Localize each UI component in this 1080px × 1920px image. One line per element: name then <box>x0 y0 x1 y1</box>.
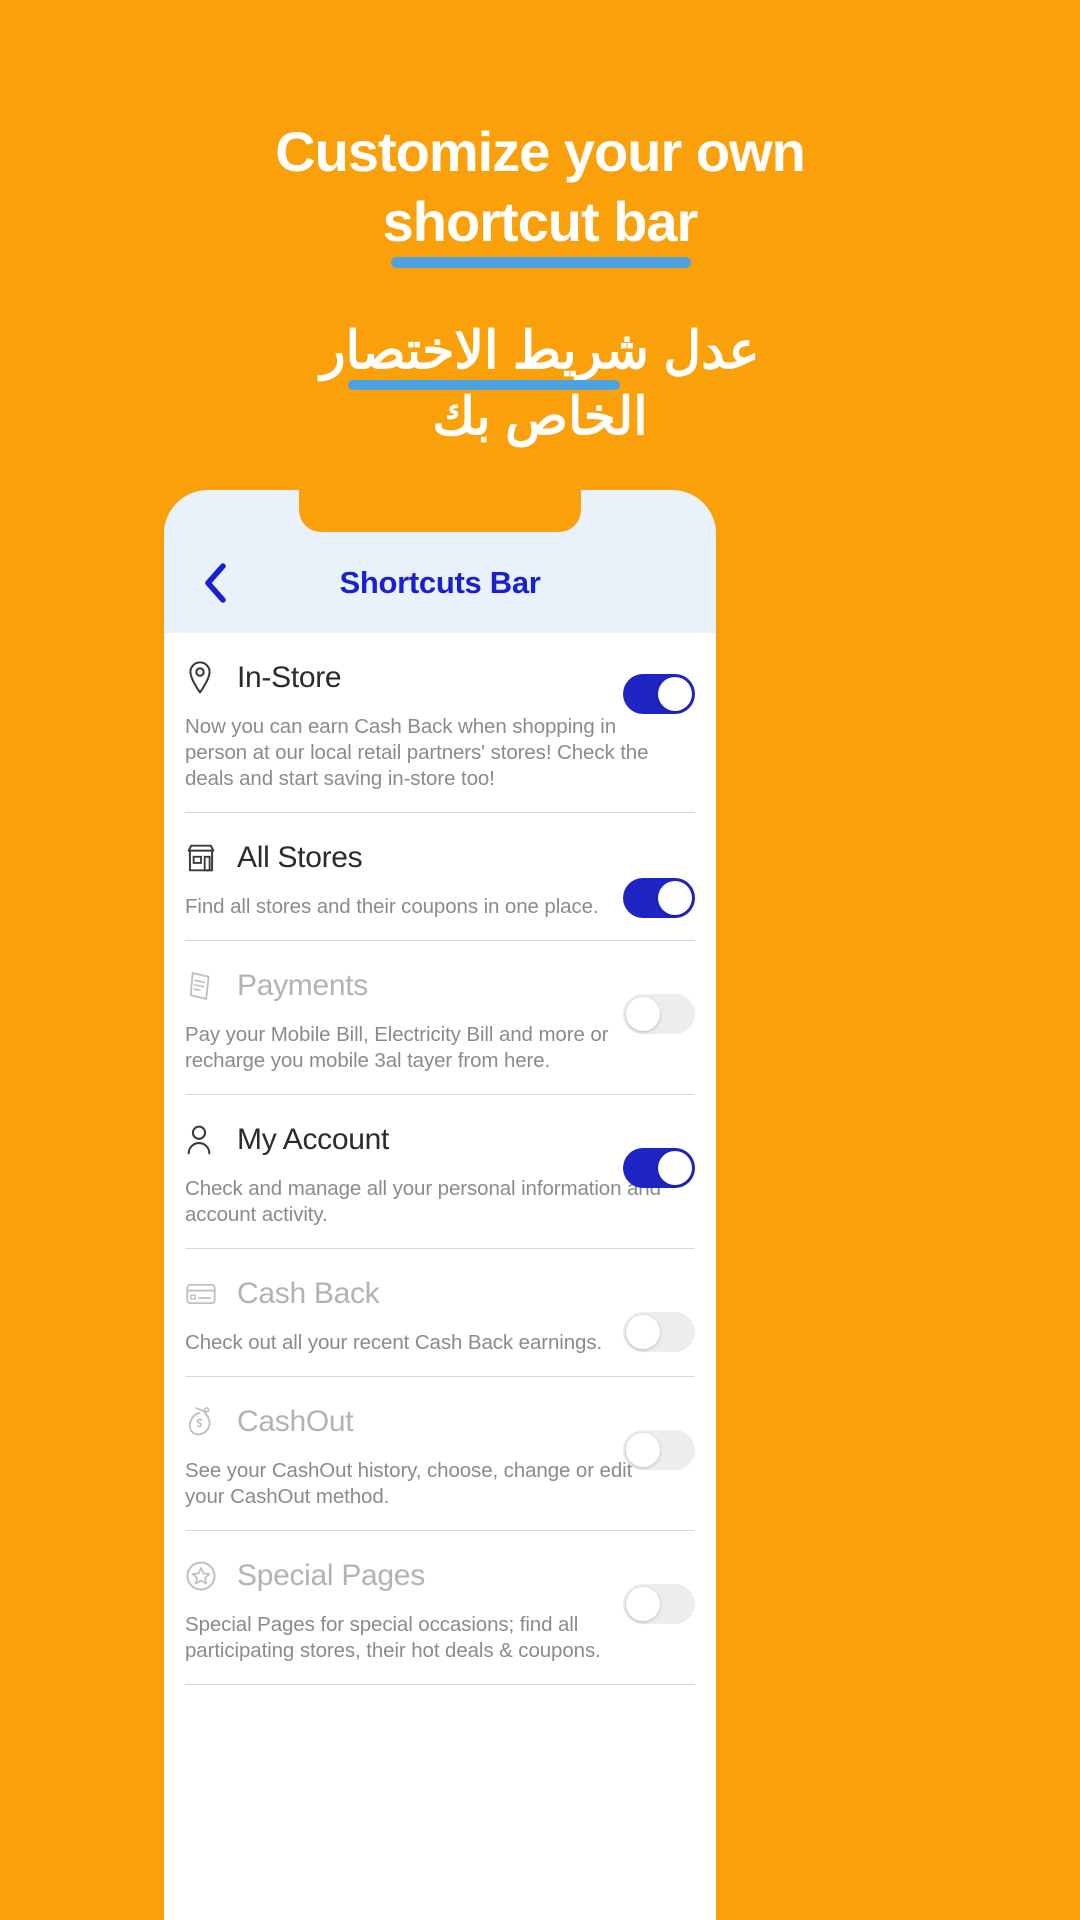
navigation-bar: Shortcuts Bar <box>164 532 716 633</box>
shortcuts-list: In-Store Now you can earn Cash Back when… <box>164 633 716 1685</box>
list-item[interactable]: In-Store Now you can earn Cash Back when… <box>185 633 695 813</box>
list-item[interactable]: Cash Back Check out all your recent Cash… <box>185 1249 695 1377</box>
receipt-icon <box>185 966 231 1006</box>
list-item-header: My Account <box>185 1117 695 1163</box>
list-item-title: CashOut <box>237 1405 354 1438</box>
toggle-switch[interactable] <box>623 994 695 1034</box>
toggle-knob <box>658 881 692 915</box>
phone-notch <box>277 490 603 532</box>
list-item-header: CashOut <box>185 1399 695 1445</box>
list-item[interactable]: My Account Check and manage all your per… <box>185 1095 695 1249</box>
list-item[interactable]: Special Pages Special Pages for special … <box>185 1531 695 1685</box>
list-item-title: In-Store <box>237 661 342 694</box>
location-pin-icon <box>185 658 231 698</box>
list-item-description: Now you can earn Cash Back when shopping… <box>185 715 649 790</box>
list-item-title: Payments <box>237 969 368 1002</box>
promo-headline-line2-text: shortcut bar <box>382 190 699 253</box>
list-item-description: Check and manage all your personal infor… <box>185 1177 661 1226</box>
toggle-knob <box>658 677 692 711</box>
chevron-left-icon <box>202 562 228 604</box>
star-circle-icon <box>185 1556 231 1596</box>
promo-arabic-line2: الخاص بك <box>432 388 648 446</box>
toggle-switch[interactable] <box>623 674 695 714</box>
list-item-title: My Account <box>237 1123 390 1156</box>
page-title: Shortcuts Bar <box>339 564 541 600</box>
toggle-knob <box>626 997 660 1031</box>
list-item-header: In-Store <box>185 655 695 701</box>
promo-arabic-block: عدل شريط الاختصار الخاص بك <box>0 318 1080 450</box>
toggle-knob <box>626 1315 660 1349</box>
toggle-switch[interactable] <box>623 1148 695 1188</box>
phone-mockup: Shortcuts Bar In-Store Now you can earn … <box>164 490 716 1920</box>
list-item[interactable]: CashOut See your CashOut history, choose… <box>185 1377 695 1531</box>
promo-arabic-line1-text: عدل شريط الاختصار <box>320 322 760 380</box>
list-item-description: Check out all your recent Cash Back earn… <box>185 1331 603 1354</box>
money-bag-icon <box>185 1402 231 1442</box>
promo-headline-line2: shortcut bar <box>382 188 699 268</box>
user-account-icon <box>185 1120 231 1160</box>
list-item[interactable]: All Stores Find all stores and their cou… <box>185 813 695 941</box>
list-item-header: Payments <box>185 963 695 1009</box>
list-item-header: All Stores <box>185 835 695 918</box>
list-item[interactable]: Payments Pay your Mobile Bill, Electrici… <box>185 941 695 1095</box>
toggle-switch[interactable] <box>623 1430 695 1470</box>
list-item-description: Special Pages for special occasions; fin… <box>185 1613 601 1662</box>
toggle-knob <box>626 1587 660 1621</box>
back-button[interactable] <box>178 546 252 620</box>
toggle-switch[interactable] <box>623 1312 695 1352</box>
row-divider <box>185 1684 695 1685</box>
promo-arabic-underline-accent <box>348 380 621 390</box>
list-item-header: Cash Back <box>185 1271 695 1352</box>
promo-arabic-line1: عدل شريط الاختصار <box>320 318 760 390</box>
storefront-icon <box>185 838 231 878</box>
toggle-switch[interactable] <box>623 878 695 918</box>
credit-card-icon <box>185 1274 231 1314</box>
list-item-title: Special Pages <box>237 1559 425 1592</box>
list-item-title: Cash Back <box>237 1277 380 1310</box>
phone-status-header: Shortcuts Bar <box>164 490 716 633</box>
promo-header: Customize your own shortcut bar عدل شريط… <box>0 0 1080 450</box>
promo-underline-accent <box>390 257 692 268</box>
toggle-knob <box>658 1151 692 1185</box>
toggle-knob <box>626 1433 660 1467</box>
promo-headline-line1: Customize your own <box>275 120 806 183</box>
list-item-title: All Stores <box>237 841 363 874</box>
list-item-description: Find all stores and their coupons in one… <box>185 895 599 918</box>
list-item-description: See your CashOut history, choose, change… <box>185 1459 633 1508</box>
list-item-description: Pay your Mobile Bill, Electricity Bill a… <box>185 1023 609 1072</box>
list-item-header: Special Pages <box>185 1553 695 1599</box>
toggle-switch[interactable] <box>623 1584 695 1624</box>
